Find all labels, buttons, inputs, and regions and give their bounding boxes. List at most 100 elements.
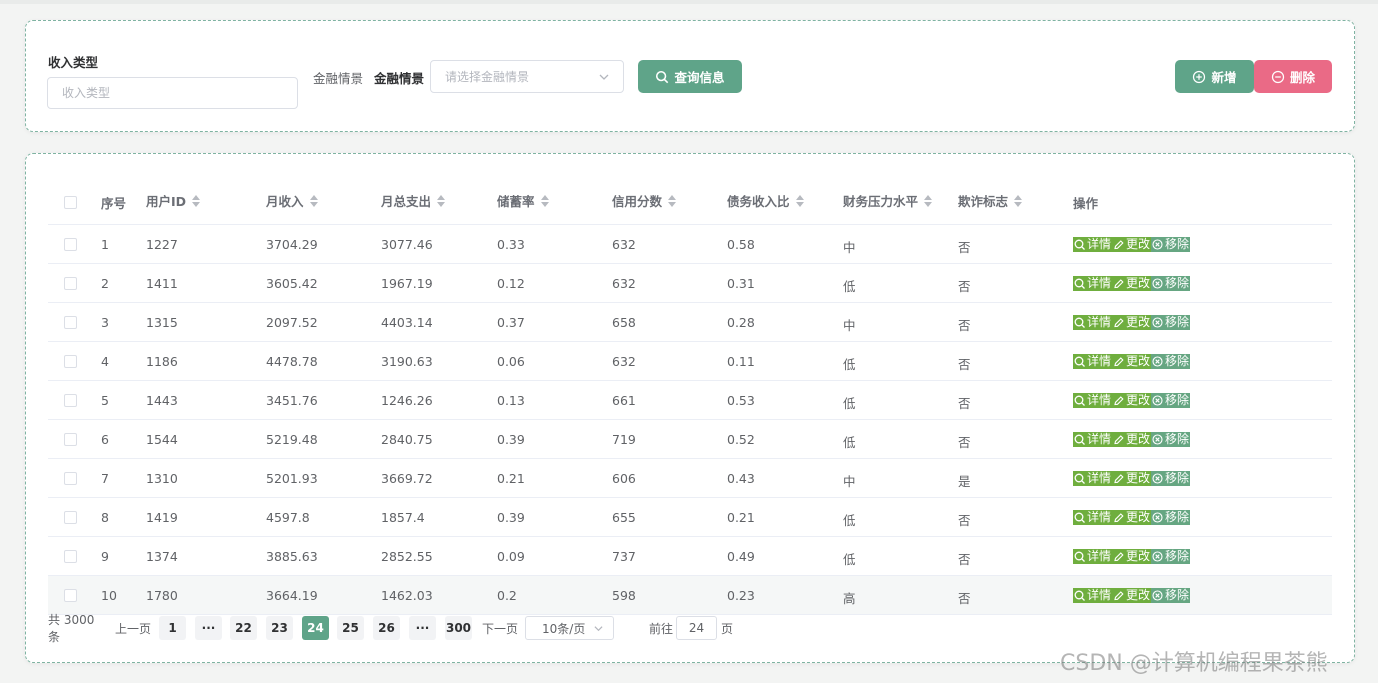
- cell-savings-rate: 0.06: [497, 354, 525, 369]
- action-label: 更改: [1126, 510, 1151, 524]
- remove-button[interactable]: 移除: [1151, 510, 1191, 525]
- row-checkbox[interactable]: [64, 394, 77, 407]
- pagination-page[interactable]: 25: [337, 616, 364, 640]
- detail-button[interactable]: 详情: [1073, 237, 1113, 252]
- column-header-label: 信用分数: [612, 194, 663, 209]
- cell-savings-rate: 0.12: [497, 276, 525, 291]
- row-checkbox[interactable]: [64, 277, 77, 290]
- col-savings-rate-header[interactable]: 储蓄率: [497, 191, 549, 210]
- remove-button[interactable]: 移除: [1151, 237, 1191, 252]
- sort-caret-icon[interactable]: [924, 194, 933, 207]
- column-header-label: 月总支出: [381, 194, 432, 209]
- col-debt-income-ratio-header[interactable]: 债务收入比: [727, 191, 804, 210]
- edit-button[interactable]: 更改: [1112, 237, 1152, 252]
- detail-button[interactable]: 详情: [1073, 393, 1113, 408]
- cell-debt-income-ratio: 0.11: [727, 354, 755, 369]
- action-label: 详情: [1087, 354, 1112, 368]
- cell-monthly-expense: 3669.72: [381, 471, 433, 486]
- action-label: 更改: [1126, 237, 1151, 251]
- row-checkbox[interactable]: [64, 511, 77, 524]
- col-monthly-expense-header[interactable]: 月总支出: [381, 191, 446, 210]
- pagination-page[interactable]: 300: [445, 616, 472, 640]
- select-all-checkbox[interactable]: [64, 196, 77, 209]
- row-checkbox[interactable]: [64, 433, 77, 446]
- pagination-prev[interactable]: 上一页: [113, 616, 153, 640]
- remove-button[interactable]: 移除: [1151, 354, 1191, 369]
- detail-button[interactable]: 详情: [1073, 432, 1113, 447]
- sort-caret-icon[interactable]: [437, 194, 446, 207]
- row-checkbox[interactable]: [64, 550, 77, 563]
- remove-button[interactable]: 移除: [1151, 276, 1191, 291]
- query-button[interactable]: 查询信息: [638, 60, 742, 93]
- sort-caret-icon[interactable]: [540, 194, 549, 207]
- action-label: 移除: [1165, 471, 1190, 485]
- edit-button[interactable]: 更改: [1112, 588, 1152, 603]
- financial-scenario-select[interactable]: 请选择金融情景: [430, 60, 624, 93]
- detail-button[interactable]: 详情: [1073, 471, 1113, 486]
- cell-savings-rate: 0.2: [497, 588, 517, 603]
- row-checkbox[interactable]: [64, 238, 77, 251]
- pagination-page[interactable]: 22: [230, 616, 257, 640]
- remove-button[interactable]: 移除: [1151, 588, 1191, 603]
- row-divider: [48, 497, 1332, 498]
- detail-button[interactable]: 详情: [1073, 315, 1113, 330]
- remove-button[interactable]: 移除: [1151, 549, 1191, 564]
- pagination-page[interactable]: 26: [373, 616, 400, 640]
- goto-page-input[interactable]: [676, 616, 717, 640]
- pagination-next[interactable]: 下一页: [480, 616, 520, 640]
- edit-button[interactable]: 更改: [1112, 432, 1152, 447]
- cell-monthly-expense: 1967.19: [381, 276, 433, 291]
- remove-button[interactable]: 移除: [1151, 432, 1191, 447]
- pagination-page[interactable]: 24: [302, 616, 329, 640]
- cell-savings-rate: 0.21: [497, 471, 525, 486]
- detail-button[interactable]: 详情: [1073, 510, 1113, 525]
- edit-button[interactable]: 更改: [1112, 471, 1152, 486]
- col-user-id-header[interactable]: 用户ID: [146, 191, 201, 210]
- col-financial-stress-header[interactable]: 财务压力水平: [843, 191, 933, 210]
- sort-caret-icon[interactable]: [795, 194, 804, 207]
- cell-user-id: 1411: [146, 276, 178, 291]
- row-checkbox[interactable]: [64, 589, 77, 602]
- col-credit-score-header[interactable]: 信用分数: [612, 191, 677, 210]
- edit-button[interactable]: 更改: [1112, 354, 1152, 369]
- detail-button[interactable]: 详情: [1073, 549, 1113, 564]
- row-divider: [48, 536, 1332, 537]
- column-header-label: 储蓄率: [497, 194, 535, 209]
- edit-button[interactable]: 更改: [1112, 276, 1152, 291]
- row-checkbox[interactable]: [64, 472, 77, 485]
- remove-button[interactable]: 移除: [1151, 393, 1191, 408]
- page-size-select[interactable]: 10条/页: [525, 616, 614, 640]
- remove-button[interactable]: 移除: [1151, 315, 1191, 330]
- sort-caret-icon[interactable]: [192, 194, 201, 207]
- cell-credit-score: 655: [612, 510, 636, 525]
- close-circle-icon: [1152, 551, 1163, 562]
- pagination-ellipsis[interactable]: ···: [195, 616, 222, 640]
- detail-button[interactable]: 详情: [1073, 354, 1113, 369]
- row-actions: 详情 更改 移除: [1073, 471, 1191, 486]
- sort-caret-icon[interactable]: [1014, 194, 1023, 207]
- sort-caret-icon[interactable]: [309, 194, 318, 207]
- cell-fraud-flag: 否: [958, 318, 971, 333]
- detail-button[interactable]: 详情: [1073, 276, 1113, 291]
- pagination-ellipsis[interactable]: ···: [409, 616, 436, 640]
- income-type-input[interactable]: [47, 77, 298, 109]
- cell-debt-income-ratio: 0.43: [727, 471, 755, 486]
- remove-button[interactable]: 移除: [1151, 471, 1191, 486]
- edit-button[interactable]: 更改: [1112, 549, 1152, 564]
- column-header-label: 用户ID: [146, 194, 187, 209]
- add-button[interactable]: 新增: [1175, 60, 1254, 93]
- pagination-page[interactable]: 23: [266, 616, 293, 640]
- row-checkbox[interactable]: [64, 355, 77, 368]
- pagination-page[interactable]: 1: [159, 616, 186, 640]
- row-checkbox[interactable]: [64, 316, 77, 329]
- col-fraud-flag-header[interactable]: 欺诈标志: [958, 191, 1023, 210]
- edit-button[interactable]: 更改: [1112, 393, 1152, 408]
- row-divider: [48, 302, 1332, 303]
- edit-button[interactable]: 更改: [1112, 510, 1152, 525]
- delete-button[interactable]: 删除: [1254, 60, 1332, 93]
- edit-button[interactable]: 更改: [1112, 315, 1152, 330]
- sort-caret-icon[interactable]: [668, 194, 677, 207]
- search-icon: [656, 70, 669, 83]
- col-monthly-income-header[interactable]: 月收入: [266, 191, 318, 210]
- detail-button[interactable]: 详情: [1073, 588, 1113, 603]
